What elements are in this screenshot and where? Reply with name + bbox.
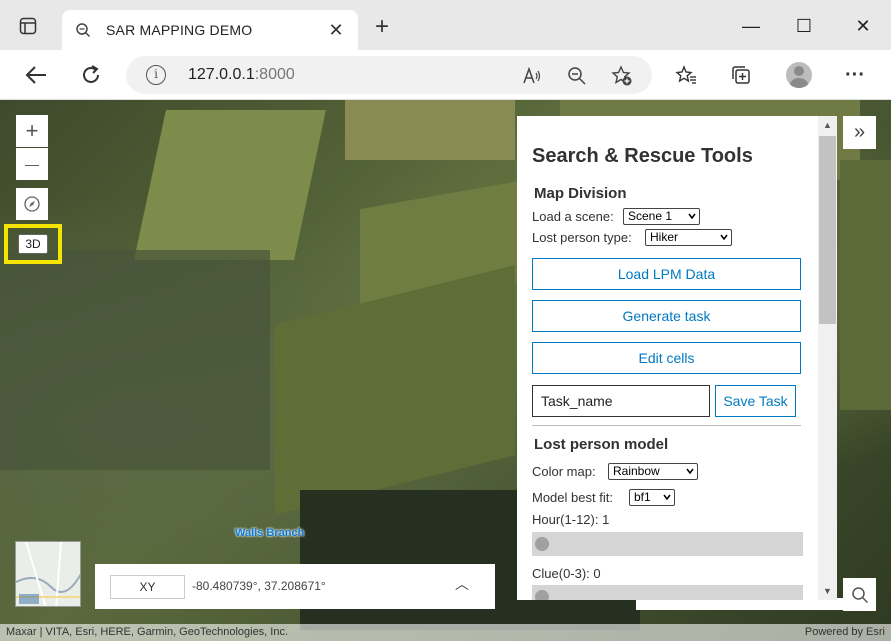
color-map-select[interactable]: Rainbow: [608, 463, 698, 480]
chevron-down-icon: [720, 234, 728, 241]
minimize-icon[interactable]: —: [736, 12, 766, 40]
compass-icon: [24, 196, 40, 212]
generate-task-button[interactable]: Generate task: [532, 300, 801, 332]
chevron-down-icon: [686, 468, 694, 475]
map-attribution: Maxar | VITA, Esri, HERE, Garmin, GeoTec…: [0, 624, 891, 641]
hour-slider-knob[interactable]: [535, 537, 549, 551]
scroll-up-icon[interactable]: ▲: [823, 120, 832, 130]
browser-titlebar: SAR MAPPING DEMO ✕ + — ☐ ✕: [0, 0, 891, 50]
clue-slider-knob[interactable]: [535, 590, 549, 600]
best-fit-select[interactable]: bf1: [629, 489, 675, 506]
more-menu-icon[interactable]: ···: [841, 61, 869, 89]
favorites-icon[interactable]: [672, 61, 700, 89]
field-patch: [345, 100, 515, 160]
person-type-select[interactable]: Hiker: [645, 229, 732, 246]
person-type-select-value: Hiker: [650, 230, 679, 244]
town-patch: [0, 250, 270, 470]
view-3d-button[interactable]: 3D: [18, 234, 48, 254]
url-host: 127.0.0.1: [188, 66, 255, 83]
tab-close-icon[interactable]: ✕: [326, 20, 346, 41]
save-task-button[interactable]: Save Task: [715, 385, 796, 417]
field-patch: [275, 265, 515, 515]
zoom-out-button[interactable]: —: [16, 148, 48, 180]
favicon-icon: [74, 21, 92, 39]
new-tab-button[interactable]: +: [370, 15, 394, 40]
coordinate-widget: XY -80.480739°, 37.208671° ︿: [95, 564, 495, 609]
field-patch: [840, 160, 891, 410]
scrollbar-thumb[interactable]: [819, 136, 836, 324]
person-type-label: Lost person type:: [532, 230, 632, 245]
browser-toolbar: i 127.0.0.1:8000 ···: [0, 50, 891, 100]
coordinate-value: -80.480739°, 37.208671°: [192, 579, 326, 593]
attribution-text: Maxar | VITA, Esri, HERE, Garmin, GeoTec…: [6, 626, 289, 638]
read-aloud-icon[interactable]: [520, 64, 544, 88]
minimap-map-icon: [16, 542, 80, 606]
clue-label: Clue(0-3): 0: [532, 566, 601, 581]
best-fit-label: Model best fit:: [532, 490, 613, 505]
panel-title: Search & Rescue Tools: [532, 145, 753, 167]
panel-scrollbar[interactable]: ▲ ▼: [818, 116, 837, 600]
close-window-icon[interactable]: ✕: [848, 12, 878, 40]
scene-label: Load a scene:: [532, 209, 614, 224]
clue-slider[interactable]: [532, 585, 803, 600]
hour-label: Hour(1-12): 1: [532, 512, 610, 527]
zoom-out-icon[interactable]: [565, 64, 589, 88]
url-text: 127.0.0.1:8000: [188, 66, 295, 84]
map-division-heading: Map Division: [534, 185, 627, 202]
address-bar[interactable]: i 127.0.0.1:8000: [126, 56, 652, 94]
chevron-up-icon[interactable]: ︿: [455, 574, 469, 594]
task-name-input[interactable]: Task_name: [532, 385, 710, 417]
reload-icon[interactable]: [77, 61, 105, 89]
best-fit-select-value: bf1: [634, 490, 651, 504]
scene-select[interactable]: Scene 1: [623, 208, 700, 225]
view-3d-highlight: 3D: [4, 224, 62, 264]
tab-title: SAR MAPPING DEMO: [106, 22, 253, 38]
scene-select-value: Scene 1: [628, 209, 673, 223]
load-lpm-button[interactable]: Load LPM Data: [532, 258, 801, 290]
overview-minimap[interactable]: [15, 541, 81, 607]
water-label: Walls Branch: [235, 527, 305, 539]
back-icon[interactable]: [22, 61, 50, 89]
zoom-in-button[interactable]: +: [16, 115, 48, 147]
profile-avatar[interactable]: [786, 62, 812, 88]
powered-by-text[interactable]: Powered by Esri: [805, 626, 885, 638]
map-view[interactable]: + — 3D Walls Branch XY -80.480739°, 37.2…: [0, 100, 891, 641]
color-map-label: Color map:: [532, 464, 596, 479]
expand-panel-icon[interactable]: »: [843, 116, 876, 149]
search-rescue-panel: Search & Rescue Tools Map Division Load …: [517, 116, 837, 600]
edit-cells-button[interactable]: Edit cells: [532, 342, 801, 374]
maximize-icon[interactable]: ☐: [789, 12, 819, 40]
search-button[interactable]: [843, 578, 876, 611]
field-patch: [134, 110, 326, 260]
browser-tab[interactable]: SAR MAPPING DEMO ✕: [62, 10, 358, 50]
search-icon: [851, 586, 868, 603]
add-favorite-icon[interactable]: [610, 64, 634, 88]
hour-slider[interactable]: [532, 532, 803, 556]
scroll-down-icon[interactable]: ▼: [823, 586, 832, 596]
lost-person-model-heading: Lost person model: [534, 436, 669, 453]
chevron-down-icon: [688, 213, 696, 220]
site-info-icon[interactable]: i: [146, 65, 166, 85]
collections-icon[interactable]: [727, 61, 755, 89]
locate-button[interactable]: [16, 188, 48, 220]
url-port: :8000: [254, 66, 295, 83]
tab-actions-icon[interactable]: [16, 14, 40, 38]
chevron-down-icon: [663, 494, 671, 501]
section-divider: [532, 425, 801, 426]
color-map-select-value: Rainbow: [613, 464, 660, 478]
coordinate-format-toggle[interactable]: XY: [110, 575, 185, 599]
